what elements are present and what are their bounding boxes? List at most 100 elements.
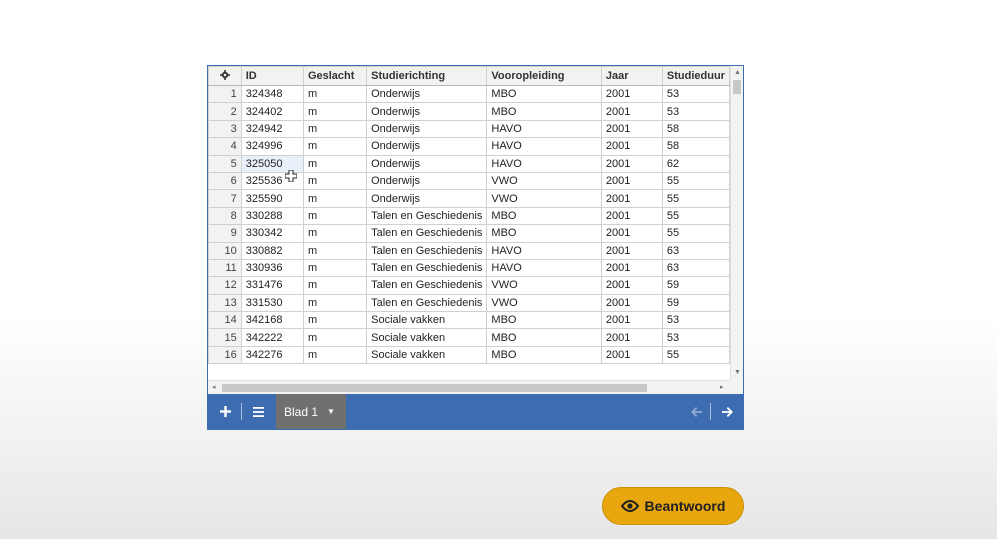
cell-studieduur[interactable]: 53 [661, 102, 730, 121]
cell-jaar[interactable]: 2001 [600, 189, 663, 208]
sheet-list-button[interactable] [246, 394, 270, 429]
cell-vooropleiding[interactable]: MBO [486, 345, 602, 365]
scroll-right-icon[interactable]: ▸ [720, 384, 724, 392]
cell-studierichting[interactable]: Talen en Geschiedenis [366, 241, 488, 260]
cell-vooropleiding[interactable]: HAVO [486, 119, 602, 139]
cell-geslacht[interactable]: m [302, 137, 368, 156]
scroll-up-icon[interactable]: ▲ [734, 69, 741, 77]
cell-studierichting[interactable]: Talen en Geschiedenis [366, 276, 488, 295]
cell-id[interactable]: 331476 [240, 276, 304, 295]
row-number[interactable]: 11 [208, 258, 242, 278]
cell-studieduur[interactable]: 55 [661, 206, 730, 226]
row-number[interactable]: 6 [208, 171, 242, 191]
cell-vooropleiding[interactable]: HAVO [486, 241, 602, 260]
cell-vooropleiding[interactable]: HAVO [486, 258, 602, 278]
previous-sheet-button[interactable] [684, 394, 708, 429]
cell-studierichting[interactable]: Onderwijs [366, 154, 488, 173]
cell-studieduur[interactable]: 59 [661, 276, 730, 295]
horizontal-scroll-thumb[interactable] [222, 384, 647, 392]
column-header-id[interactable]: ID [240, 66, 304, 86]
cell-studierichting[interactable]: Onderwijs [366, 119, 488, 139]
cell-studierichting[interactable]: Talen en Geschiedenis [366, 224, 488, 243]
cell-studierichting[interactable]: Sociale vakken [366, 328, 488, 347]
cell-studieduur[interactable]: 63 [661, 241, 730, 260]
cell-geslacht[interactable]: m [302, 119, 368, 139]
cell-vooropleiding[interactable]: MBO [486, 84, 602, 104]
cell-jaar[interactable]: 2001 [600, 258, 663, 278]
cell-jaar[interactable]: 2001 [600, 206, 663, 226]
horizontal-scrollbar[interactable]: ◂ ▸ [208, 380, 730, 394]
cell-id[interactable]: 330882 [240, 241, 304, 260]
cell-studierichting[interactable]: Onderwijs [366, 102, 488, 121]
cell-id[interactable]: 324348 [240, 84, 304, 104]
cell-studierichting[interactable]: Talen en Geschiedenis [366, 206, 488, 226]
cell-vooropleiding[interactable]: HAVO [486, 137, 602, 156]
row-number[interactable]: 15 [208, 328, 242, 347]
scroll-left-icon[interactable]: ◂ [212, 384, 216, 392]
cell-jaar[interactable]: 2001 [600, 328, 663, 347]
row-number[interactable]: 16 [208, 345, 242, 365]
row-number[interactable]: 10 [208, 241, 242, 260]
cell-vooropleiding[interactable]: MBO [486, 206, 602, 226]
cell-vooropleiding[interactable]: MBO [486, 328, 602, 347]
cell-id[interactable]: 324402 [240, 102, 304, 121]
cell-vooropleiding[interactable]: HAVO [486, 154, 602, 173]
cell-vooropleiding[interactable]: MBO [486, 311, 602, 330]
row-number[interactable]: 5 [208, 154, 242, 173]
cell-studieduur[interactable]: 53 [661, 84, 730, 104]
cell-id[interactable]: 342168 [240, 311, 304, 330]
cell-geslacht[interactable]: m [302, 276, 368, 295]
cell-id[interactable]: 330936 [240, 258, 304, 278]
gear-icon[interactable] [219, 69, 230, 80]
row-number[interactable]: 3 [208, 119, 242, 139]
cell-vooropleiding[interactable]: MBO [486, 224, 602, 243]
answer-button[interactable]: Beantwoord [602, 487, 744, 525]
cell-id[interactable]: 330342 [240, 224, 304, 243]
row-number[interactable]: 7 [208, 189, 242, 208]
cell-studieduur[interactable]: 58 [661, 137, 730, 156]
cell-geslacht[interactable]: m [302, 345, 368, 365]
cell-id[interactable]: 325590 [240, 189, 304, 208]
cell-vooropleiding[interactable]: VWO [486, 293, 602, 313]
row-number[interactable]: 13 [208, 293, 242, 313]
cell-jaar[interactable]: 2001 [600, 345, 663, 365]
row-number[interactable]: 1 [208, 84, 242, 104]
cell-id[interactable]: 331530 [240, 293, 304, 313]
scroll-down-icon[interactable]: ▼ [734, 369, 741, 377]
cell-vooropleiding[interactable]: VWO [486, 276, 602, 295]
column-header-studierichting[interactable]: Studierichting [366, 66, 488, 86]
cell-geslacht[interactable]: m [302, 328, 368, 347]
cell-jaar[interactable]: 2001 [600, 102, 663, 121]
cell-vooropleiding[interactable]: VWO [486, 189, 602, 208]
cell-studierichting[interactable]: Sociale vakken [366, 311, 488, 330]
cell-vooropleiding[interactable]: VWO [486, 171, 602, 191]
cell-studieduur[interactable]: 55 [661, 171, 730, 191]
cell-jaar[interactable]: 2001 [600, 154, 663, 173]
cell-studierichting[interactable]: Onderwijs [366, 171, 488, 191]
column-header-jaar[interactable]: Jaar [600, 66, 663, 86]
caret-down-icon[interactable]: ▼ [327, 407, 335, 416]
cell-geslacht[interactable]: m [302, 84, 368, 104]
cell-studieduur[interactable]: 55 [661, 345, 730, 365]
row-number[interactable]: 9 [208, 224, 242, 243]
cell-geslacht[interactable]: m [302, 293, 368, 313]
cell-geslacht[interactable]: m [302, 258, 368, 278]
cell-studieduur[interactable]: 55 [661, 189, 730, 208]
cell-jaar[interactable]: 2001 [600, 276, 663, 295]
row-number[interactable]: 14 [208, 311, 242, 330]
cell-jaar[interactable]: 2001 [600, 84, 663, 104]
cell-studierichting[interactable]: Sociale vakken [366, 345, 488, 365]
cell-studierichting[interactable]: Onderwijs [366, 189, 488, 208]
cell-geslacht[interactable]: m [302, 102, 368, 121]
cell-studierichting[interactable]: Onderwijs [366, 84, 488, 104]
cell-geslacht[interactable]: m [302, 311, 368, 330]
cell-geslacht[interactable]: m [302, 224, 368, 243]
cell-id[interactable]: 330288 [240, 206, 304, 226]
next-sheet-button[interactable] [715, 394, 739, 429]
cell-jaar[interactable]: 2001 [600, 293, 663, 313]
cell-geslacht[interactable]: m [302, 171, 368, 191]
cell-studieduur[interactable]: 62 [661, 154, 730, 173]
cell-studieduur[interactable]: 55 [661, 224, 730, 243]
column-header-geslacht[interactable]: Geslacht [302, 66, 368, 86]
cell-studieduur[interactable]: 53 [661, 311, 730, 330]
